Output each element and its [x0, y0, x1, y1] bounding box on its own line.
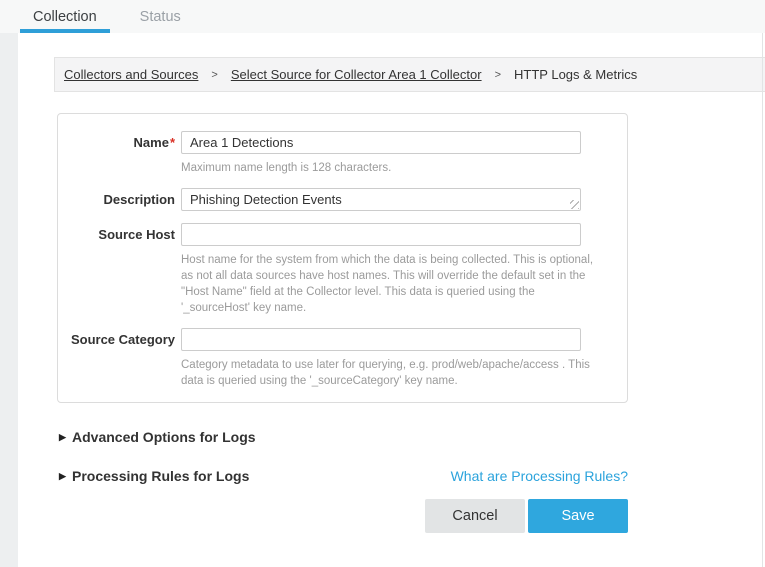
name-helper-text: Maximum name length is 128 characters. — [181, 160, 596, 176]
source-host-field-row: Source Host Host name for the system fro… — [58, 223, 627, 316]
source-category-input[interactable] — [181, 328, 581, 351]
name-label: Name* — [58, 131, 175, 176]
form-actions: Cancel Save — [57, 499, 628, 533]
tab-bar: Collection Status — [0, 0, 765, 33]
source-host-label: Source Host — [58, 223, 175, 316]
breadcrumb-current-page: HTTP Logs & Metrics — [514, 67, 637, 82]
breadcrumb-link-collectors-and-sources[interactable]: Collectors and Sources — [64, 67, 198, 82]
save-button[interactable]: Save — [528, 499, 628, 533]
collapsible-sections: ▶ Advanced Options for Logs ▶ Processing… — [57, 429, 628, 533]
window-edge-divider — [762, 33, 763, 567]
breadcrumb-separator: > — [211, 69, 217, 81]
collapse-triangle-icon: ▶ — [57, 471, 72, 482]
tab-collection-label: Collection — [33, 9, 97, 25]
tab-status-label: Status — [140, 9, 181, 25]
source-host-input[interactable] — [181, 223, 581, 246]
source-config-form: Name* Maximum name length is 128 charact… — [57, 113, 628, 403]
tab-status[interactable]: Status — [127, 0, 194, 33]
source-category-helper-text: Category metadata to use later for query… — [181, 357, 596, 389]
content-panel: Collectors and Sources > Select Source f… — [18, 33, 765, 567]
breadcrumb-link-select-source[interactable]: Select Source for Collector Area 1 Colle… — [231, 67, 482, 82]
description-label: Description — [58, 188, 175, 211]
advanced-options-toggle[interactable]: ▶ Advanced Options for Logs — [57, 429, 628, 445]
source-category-field-row: Source Category Category metadata to use… — [58, 328, 627, 389]
source-category-label: Source Category — [58, 328, 175, 389]
description-field-row: Description Phishing Detection Events — [58, 188, 627, 211]
required-asterisk: * — [170, 135, 175, 150]
cancel-button[interactable]: Cancel — [425, 499, 525, 533]
source-host-helper-text: Host name for the system from which the … — [181, 252, 596, 316]
processing-rules-label: Processing Rules for Logs — [72, 468, 249, 484]
collapse-triangle-icon: ▶ — [57, 432, 72, 443]
description-textarea[interactable]: Phishing Detection Events — [181, 188, 581, 211]
processing-rules-row: ▶ Processing Rules for Logs What are Pro… — [57, 468, 628, 484]
name-input[interactable] — [181, 131, 581, 154]
processing-rules-help-link[interactable]: What are Processing Rules? — [451, 468, 628, 484]
tab-collection[interactable]: Collection — [20, 0, 110, 33]
breadcrumb-separator: > — [495, 69, 501, 81]
breadcrumb: Collectors and Sources > Select Source f… — [54, 57, 765, 92]
advanced-options-label: Advanced Options for Logs — [72, 429, 256, 445]
name-field-row: Name* Maximum name length is 128 charact… — [58, 131, 627, 176]
processing-rules-toggle[interactable]: ▶ Processing Rules for Logs — [57, 468, 249, 484]
